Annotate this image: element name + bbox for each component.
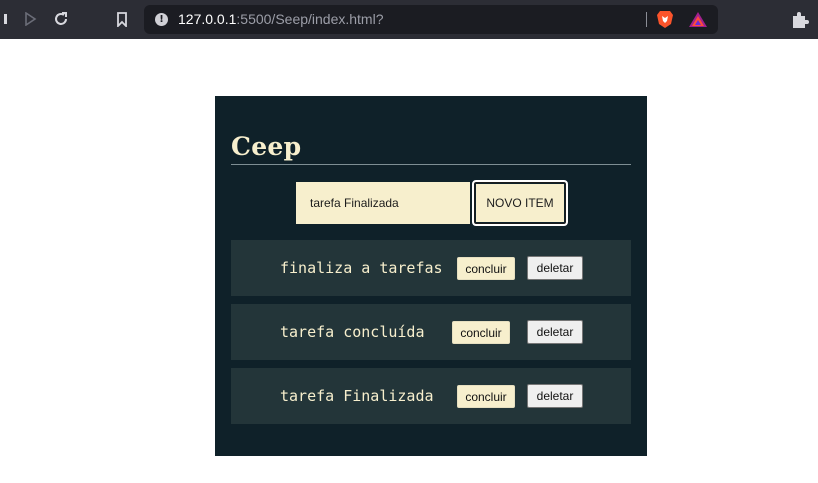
title-divider [231,164,631,165]
brave-rewards-icon[interactable] [688,11,708,28]
task-item: finaliza a tarefas concluir deletar [231,240,631,296]
delete-task-button[interactable]: deletar [527,384,583,408]
complete-task-button[interactable]: concluir [457,385,515,408]
brave-shields-icon[interactable] [656,10,674,29]
site-info-icon[interactable]: ! [155,13,168,26]
forward-icon[interactable] [21,10,39,28]
reload-icon[interactable] [52,10,70,28]
url-text[interactable]: 127.0.0.1:5500/Seep/index.html? [178,11,384,28]
new-item-button[interactable]: NOVO ITEM [472,180,568,226]
address-bar[interactable]: ! 127.0.0.1:5500/Seep/index.html? [144,5,718,34]
new-task-input[interactable] [296,182,470,224]
task-item: tarefa concluída concluir deletar [231,304,631,360]
complete-task-button[interactable]: concluir [457,257,515,280]
extensions-icon[interactable] [790,10,809,29]
delete-task-button[interactable]: deletar [527,320,583,344]
complete-task-button[interactable]: concluir [452,321,510,344]
divider [646,12,647,27]
browser-toolbar: ! 127.0.0.1:5500/Seep/index.html? [0,0,818,39]
page-title: Ceep [231,132,302,161]
ceep-app: Ceep NOVO ITEM finaliza a tarefas conclu… [215,96,647,456]
task-text: finaliza a tarefas [280,259,443,277]
bookmark-icon[interactable] [113,10,131,28]
back-icon[interactable] [0,10,18,28]
task-text: tarefa concluída [280,323,425,341]
delete-task-button[interactable]: deletar [527,256,583,280]
task-text: tarefa Finalizada [280,387,434,405]
task-item: tarefa Finalizada concluir deletar [231,368,631,424]
